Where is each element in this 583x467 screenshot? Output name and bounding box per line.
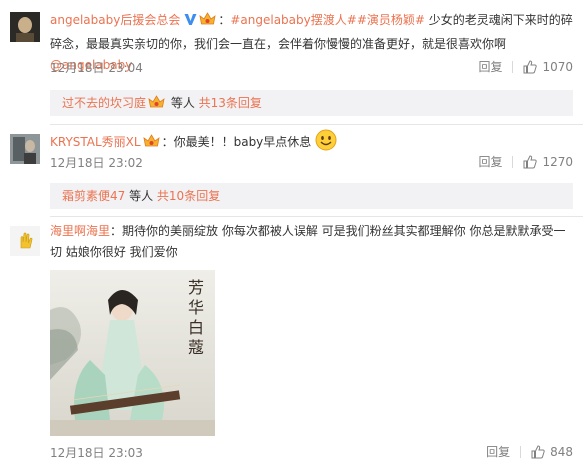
- like-count: 848: [550, 444, 573, 459]
- comment-body: ：你最美！！baby早点休息: [161, 135, 312, 149]
- topic-tag[interactable]: #angelababy摆渡人#: [230, 13, 356, 27]
- comment-1: angelababy后援会总会 ：#angelababy摆渡人##演员杨颖# 少女…: [0, 0, 583, 88]
- comment-text-prefix: ：: [218, 13, 231, 27]
- avatar[interactable]: [10, 134, 40, 164]
- avatar[interactable]: [10, 12, 40, 42]
- vip-crown-icon: [148, 93, 165, 119]
- like-button[interactable]: 1070: [523, 60, 573, 74]
- reply-count-link[interactable]: 共13条回复: [199, 96, 262, 110]
- topic-tag[interactable]: #演员杨颖#: [357, 13, 425, 27]
- poster-calligraphy: 芳华白蔻: [188, 278, 205, 357]
- comment-2: KRYSTAL秀丽XL ：你最美！！baby早点休息 12月18日 23:02 回…: [0, 125, 583, 185]
- comment-actions: 回复 1070: [478, 58, 573, 75]
- divider: [512, 60, 514, 73]
- comment-text: 海里啊海里：期待你的美丽绽放 你每次都被人误解 可是我们粉丝其实都理解你 你总是…: [50, 221, 573, 263]
- reply-button[interactable]: 回复: [478, 153, 502, 170]
- thumbs-up-icon: [531, 444, 545, 458]
- thumbs-up-icon: [523, 59, 538, 73]
- comment-3: 海里啊海里：期待你的美丽绽放 你每次都被人误解 可是我们粉丝其实都理解你 你总是…: [0, 217, 583, 467]
- reply-username[interactable]: 过不去的坎习庭: [62, 96, 146, 110]
- comment-username[interactable]: KRYSTAL秀丽XL: [50, 135, 141, 149]
- like-count: 1270: [542, 154, 573, 169]
- like-count: 1070: [542, 59, 573, 74]
- attached-photo[interactable]: 芳华白蔻: [50, 270, 215, 436]
- comment-username[interactable]: 海里啊海里: [50, 224, 110, 238]
- comment-time: 12月18日 23:04: [50, 61, 143, 75]
- vip-crown-icon: [143, 134, 160, 156]
- reply-summary-text: 等人: [167, 96, 199, 110]
- vip-crown-icon: [199, 12, 216, 34]
- divider: [520, 445, 522, 458]
- comment-body: ：期待你的美丽绽放 你每次都被人误解 可是我们粉丝其实都理解你 你总是默默承受一…: [50, 224, 566, 259]
- reply-count-link[interactable]: 共10条回复: [157, 189, 220, 203]
- comment-actions: 回复 1270: [478, 153, 573, 170]
- reply-button[interactable]: 回复: [478, 58, 502, 75]
- comment-time: 12月18日 23:02: [50, 156, 143, 170]
- like-button[interactable]: 1270: [523, 155, 573, 169]
- divider: [512, 155, 514, 168]
- verified-v-icon: [184, 12, 197, 33]
- like-button[interactable]: 848: [531, 445, 573, 459]
- comment-username[interactable]: angelababy后援会总会: [50, 13, 180, 27]
- reply-summary: 霜剪素便47 等人 共10条回复: [50, 183, 573, 209]
- thumbs-up-icon: [523, 154, 538, 168]
- smile-emoji-icon: [315, 129, 337, 158]
- reply-username[interactable]: 霜剪素便47: [62, 189, 125, 203]
- reply-summary-text: 等人: [125, 189, 157, 203]
- reply-button[interactable]: 回复: [486, 443, 510, 460]
- avatar[interactable]: [10, 226, 40, 256]
- comment-actions: 回复 848: [486, 443, 573, 460]
- comment-time: 12月18日 23:03: [50, 446, 143, 460]
- reply-summary: 过不去的坎习庭 等人 共13条回复: [50, 90, 573, 116]
